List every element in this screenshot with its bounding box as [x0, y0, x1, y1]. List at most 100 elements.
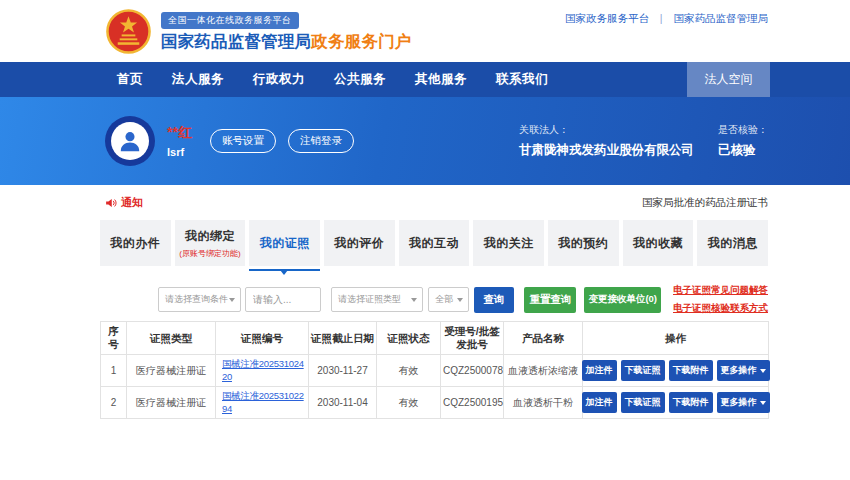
column-header: 证照类型: [127, 322, 216, 355]
download-attachment-button[interactable]: 下载附件: [669, 360, 713, 381]
column-header: 证照截止日期: [309, 322, 377, 355]
caret-down-icon: [760, 401, 766, 408]
tab-label: 我的收藏: [633, 235, 683, 252]
nav-item-6[interactable]: 联系我们: [496, 71, 548, 88]
more-actions-button[interactable]: 更多操作: [717, 360, 770, 381]
column-header: 证照状态: [377, 322, 441, 355]
chevron-down-icon: [229, 298, 235, 305]
caret-down-icon: [760, 369, 766, 376]
verify-block: 是否核验： 已核验: [718, 123, 768, 159]
tab-label: 我的互动: [409, 235, 459, 252]
search-button[interactable]: 查询: [474, 287, 515, 313]
license-number-cell: 国械注准20253102420: [216, 355, 309, 387]
nav-items: 首页 法人服务 行政权力 公共服务 其他服务 联系我们: [117, 71, 548, 88]
national-emblem-logo: [105, 8, 152, 55]
table-cell: 血液透析干粉: [504, 387, 583, 419]
user-meta: **红 lsrf: [167, 124, 192, 158]
tab-label: 我的绑定: [185, 228, 235, 245]
chevron-down-icon: [457, 298, 463, 305]
tab-9[interactable]: 我的消息: [697, 220, 768, 266]
top-link-nmpa[interactable]: 国家药品监督管理局: [674, 12, 769, 24]
nav-item-1[interactable]: 首页: [117, 71, 143, 88]
all-select[interactable]: 全部: [428, 287, 468, 312]
tab-8[interactable]: 我的收藏: [623, 220, 694, 266]
tab-3[interactable]: 我的证照: [249, 220, 320, 266]
column-header: 证照编号: [216, 322, 309, 355]
annotate-button[interactable]: 加注件: [582, 392, 617, 413]
notice-right-text[interactable]: 国家局批准的药品注册证书: [642, 196, 768, 210]
tabs: 我的办件我的绑定(原账号绑定功能) 我的证照 我的评价 我的互动 我的关注 我的预约 我的收…: [100, 220, 768, 266]
legal-entity-block: 关联法人： 甘肃陇神戎发药业股份有限公司: [519, 123, 694, 159]
license-number-link[interactable]: 国械注准20253102420: [222, 358, 304, 382]
query-condition-select[interactable]: 请选择查询条件: [158, 287, 241, 312]
content: 通知 国家局批准的药品注册证书 我的办件我的绑定(原账号绑定功能) 我的证照 我的评…: [100, 185, 768, 419]
nav-item-4[interactable]: 公共服务: [334, 71, 386, 88]
annotate-button[interactable]: 加注件: [582, 360, 617, 381]
contact-link[interactable]: 电子证照核验联系方式: [673, 302, 768, 315]
table-cell: 1: [101, 355, 127, 387]
logout-button[interactable]: 注销登录: [288, 129, 354, 153]
help-links: 电子证照常见问题解答 电子证照核验联系方式: [673, 284, 768, 315]
download-license-button[interactable]: 下载证照: [621, 360, 665, 381]
download-license-button[interactable]: 下载证照: [621, 392, 665, 413]
more-actions-button[interactable]: 更多操作: [717, 392, 770, 413]
tab-1[interactable]: 我的办件: [100, 220, 171, 266]
tab-label: 我的证照: [260, 235, 310, 252]
tab-label: 我的预约: [558, 235, 608, 252]
column-header: 受理号/批签发批号: [441, 322, 504, 355]
tab-6[interactable]: 我的关注: [473, 220, 544, 266]
column-header: 操作: [583, 322, 769, 355]
tab-label: 我的关注: [484, 235, 534, 252]
filter-row: 请选择查询条件 请选择证照类型 全部 查询 重置查询 变更接收单位(0) 电子证…: [158, 284, 768, 315]
nav-item-3[interactable]: 行政权力: [253, 71, 305, 88]
nav-item-2[interactable]: 法人服务: [172, 71, 224, 88]
page: 全国一体化在线政务服务平台 国家药品监督管理局政务服务门户 国家政务服务平台 |…: [0, 0, 850, 419]
table-cell: 医疗器械注册证: [127, 387, 216, 419]
tab-5[interactable]: 我的互动: [399, 220, 470, 266]
active-tab-caret: [280, 270, 288, 279]
verify-status: 已核验: [718, 142, 768, 159]
reset-button[interactable]: 重置查询: [524, 287, 576, 313]
license-type-select[interactable]: 请选择证照类型: [331, 287, 423, 312]
main-nav: 首页 法人服务 行政权力 公共服务 其他服务 联系我们 法人空间: [0, 62, 850, 97]
table-cell: 有效: [377, 355, 441, 387]
table-cell: 有效: [377, 387, 441, 419]
tab-7[interactable]: 我的预约: [548, 220, 619, 266]
license-number-link[interactable]: 国械注准20253102294: [222, 390, 304, 414]
nav-item-5[interactable]: 其他服务: [415, 71, 467, 88]
table-header-row: 序号证照类型证照编号证照截止日期证照状态受理号/批签发批号产品名称操作: [101, 322, 769, 355]
tab-label: 我的评价: [334, 235, 384, 252]
legal-entity-label: 关联法人：: [519, 123, 694, 137]
legal-person-space-button[interactable]: 法人空间: [687, 62, 770, 97]
notice-label[interactable]: 通知: [121, 195, 143, 210]
table-cell: 2030-11-04: [309, 387, 377, 419]
chevron-down-icon: [411, 298, 417, 305]
account-settings-button[interactable]: 账号设置: [210, 129, 276, 153]
person-icon: [117, 128, 143, 154]
column-header: 序号: [101, 322, 127, 355]
table-cell: CQZ2500078: [441, 355, 504, 387]
tab-label: 我的办件: [110, 235, 160, 252]
actions-cell: 加注件下载证照下载附件更多操作: [583, 355, 769, 387]
legal-entity-name: 甘肃陇神戎发药业股份有限公司: [519, 142, 694, 159]
table-cell: CQZ2500195: [441, 387, 504, 419]
user-banner: **红 lsrf 账号设置 注销登录 关联法人： 甘肃陇神戎发药业股份有限公司 …: [0, 97, 850, 185]
top-link-gov-platform[interactable]: 国家政务服务平台: [565, 12, 649, 24]
download-attachment-button[interactable]: 下载附件: [669, 392, 713, 413]
banner-info: 关联法人： 甘肃陇神戎发药业股份有限公司 是否核验： 已核验: [519, 123, 768, 159]
faq-link[interactable]: 电子证照常见问题解答: [673, 284, 768, 297]
speaker-icon: [105, 197, 117, 209]
license-number-cell: 国械注准20253102294: [216, 387, 309, 419]
top-links-separator: |: [660, 12, 663, 24]
column-header: 产品名称: [504, 322, 583, 355]
top-links: 国家政务服务平台 | 国家药品监督管理局: [565, 12, 768, 26]
tab-label: 我的消息: [708, 235, 758, 252]
actions-cell: 加注件下载证照下载附件更多操作: [583, 387, 769, 419]
search-input[interactable]: [245, 287, 321, 312]
table-row: 1医疗器械注册证国械注准202531024202030-11-27有效CQZ25…: [101, 355, 769, 387]
tab-4[interactable]: 我的评价: [324, 220, 395, 266]
tab-2[interactable]: 我的绑定(原账号绑定功能): [175, 220, 246, 266]
site-header: 全国一体化在线政务服务平台 国家药品监督管理局政务服务门户 国家政务服务平台 |…: [0, 0, 850, 62]
change-receiver-button[interactable]: 变更接收单位(0): [584, 287, 661, 313]
platform-badge: 全国一体化在线政务服务平台: [161, 12, 299, 29]
